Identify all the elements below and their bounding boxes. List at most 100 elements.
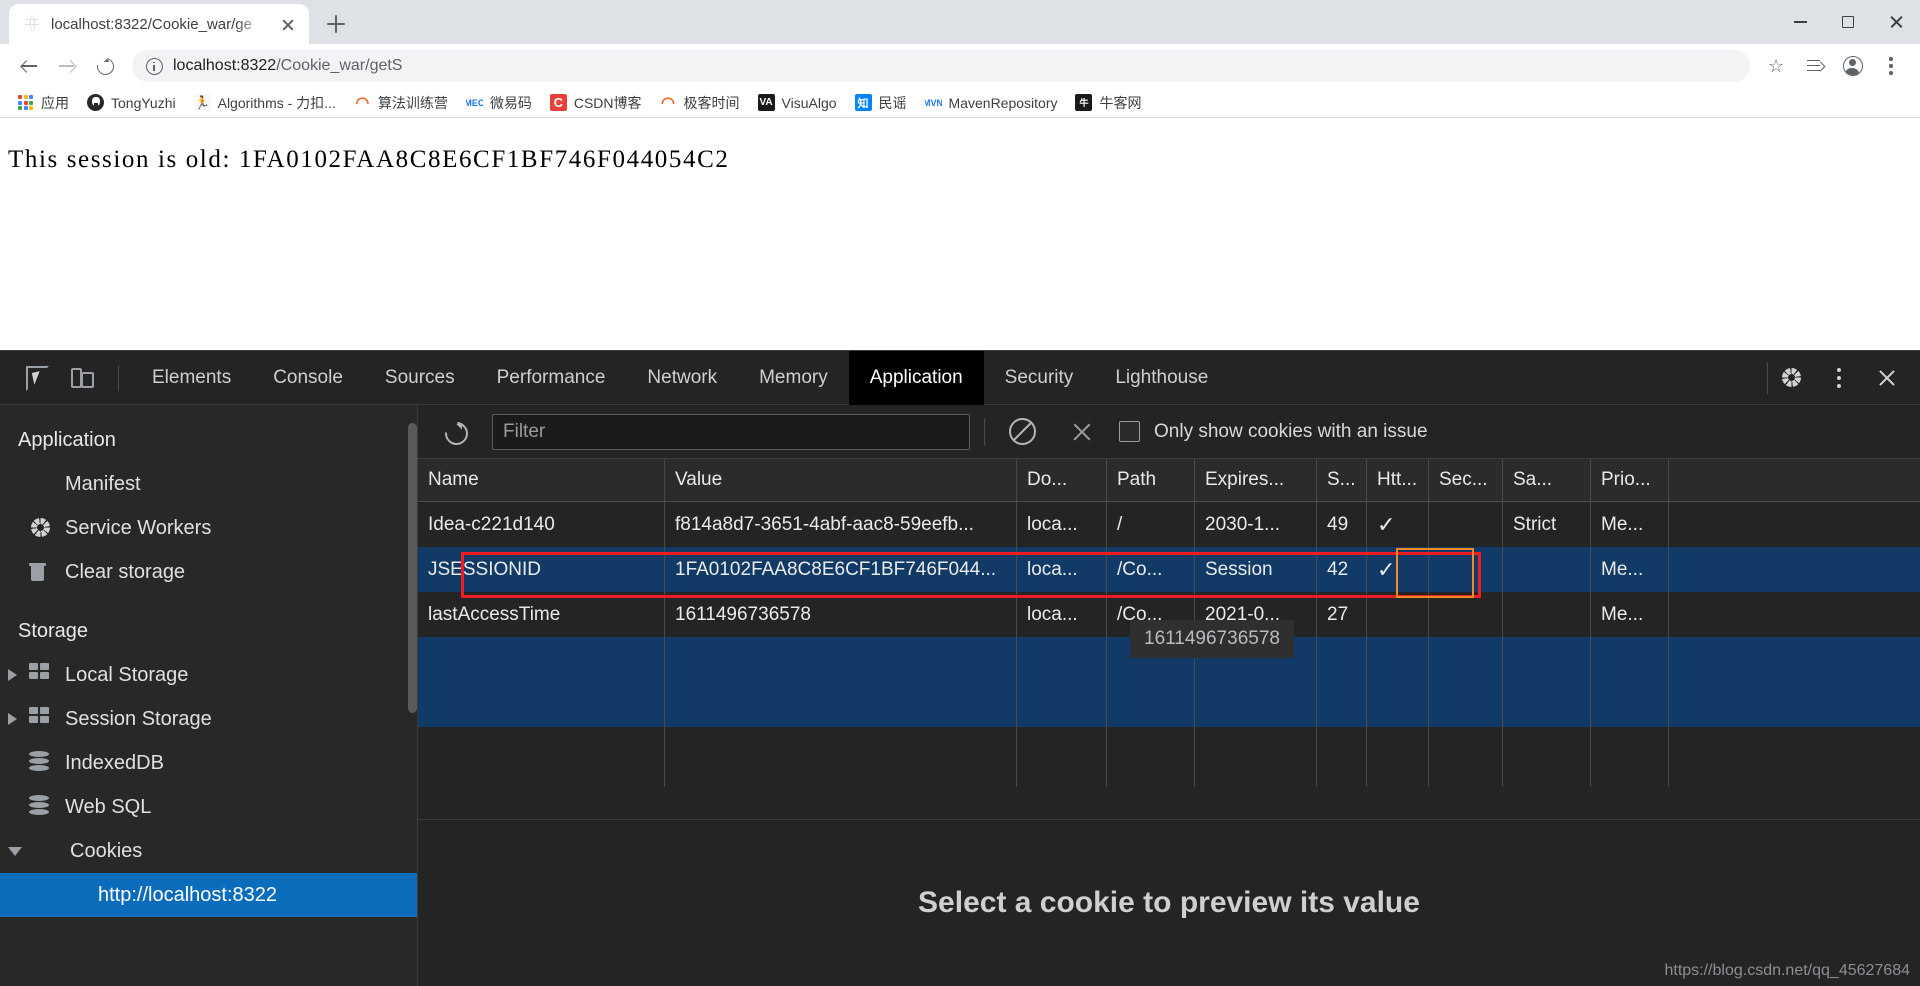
- bookmark-minyao[interactable]: 知 民谣: [846, 90, 916, 116]
- refresh-icon[interactable]: [432, 409, 478, 455]
- column-header-priority[interactable]: Prio...: [1591, 459, 1669, 501]
- column-header-httponly[interactable]: Htt...: [1367, 459, 1429, 501]
- device-toolbar-icon[interactable]: [60, 355, 106, 401]
- bookmark-apps[interactable]: 应用: [8, 90, 78, 116]
- info-circle-icon[interactable]: [146, 57, 163, 75]
- sidebar-item-manifest[interactable]: Manifest: [0, 462, 417, 506]
- reload-icon: [93, 54, 117, 78]
- chevron-down-icon[interactable]: [8, 846, 22, 856]
- back-button[interactable]: [12, 49, 46, 83]
- column-header-size[interactable]: S...: [1317, 459, 1367, 501]
- minimize-button[interactable]: [1776, 0, 1824, 44]
- cell-samesite: [1503, 547, 1591, 592]
- bookmark-geek[interactable]: ◠ 极客时间: [651, 90, 749, 116]
- profile-button[interactable]: [1836, 49, 1870, 83]
- clear-filtered-cookies-icon[interactable]: [1059, 409, 1105, 455]
- tab-security[interactable]: Security: [984, 351, 1095, 405]
- only-show-issues-label: Only show cookies with an issue: [1154, 420, 1428, 442]
- filter-input[interactable]: [492, 413, 970, 450]
- column-header-path[interactable]: Path: [1107, 459, 1195, 501]
- column-header-expires[interactable]: Expires...: [1195, 459, 1317, 501]
- sidebar-item-service-workers[interactable]: Service Workers: [0, 506, 417, 550]
- divider: [984, 417, 985, 446]
- gear-icon[interactable]: [1768, 355, 1814, 401]
- cell-priority: Me...: [1591, 547, 1669, 592]
- table-row-empty[interactable]: [418, 682, 1920, 727]
- column-header-domain[interactable]: Do...: [1017, 459, 1107, 501]
- star-icon: ☆: [1768, 56, 1785, 76]
- column-header-name[interactable]: Name: [418, 459, 665, 501]
- database-icon: [29, 751, 53, 775]
- bookmark-label: TongYuzhi: [111, 94, 176, 111]
- sidebar-item-local-storage[interactable]: Local Storage: [0, 653, 417, 697]
- browser-tab[interactable]: localhost:8322/Cookie_war/ge: [9, 4, 309, 44]
- tab-elements[interactable]: Elements: [131, 351, 252, 405]
- tab-sources[interactable]: Sources: [364, 351, 476, 405]
- bookmark-suanfa[interactable]: ◠ 算法训练营: [345, 90, 457, 116]
- table-row[interactable]: JSESSIONID 1FA0102FAA8C8E6CF1BF746F044..…: [418, 547, 1920, 592]
- cookies-panel: Only show cookies with an issue Name Val…: [418, 405, 1920, 986]
- close-window-button[interactable]: [1872, 0, 1920, 44]
- bookmark-visualgo[interactable]: VA VisuAlgo: [749, 91, 846, 114]
- sidebar-item-cookies[interactable]: Cookies: [0, 829, 417, 873]
- reading-list-button[interactable]: [1798, 49, 1832, 83]
- bookmark-maven[interactable]: MVN MavenRepository: [916, 91, 1067, 114]
- devtools-actions: [1767, 361, 1920, 394]
- only-show-issues-checkbox[interactable]: [1119, 421, 1140, 442]
- close-icon[interactable]: [277, 13, 299, 35]
- cell-expires: 2030-1...: [1195, 502, 1317, 547]
- bookmark-star-button[interactable]: ☆: [1760, 49, 1794, 83]
- sidebar-item-label: http://localhost:8322: [98, 883, 278, 906]
- inspect-element-icon[interactable]: [14, 355, 60, 401]
- table-header-row: Name Value Do... Path Expires... S... Ht…: [418, 459, 1920, 502]
- table-row[interactable]: Idea-c221d140 f814a8d7-3651-4abf-aac8-59…: [418, 502, 1920, 547]
- leetcode-icon: 🏃: [193, 94, 211, 111]
- more-vertical-icon[interactable]: [1816, 355, 1862, 401]
- bookmark-label: Algorithms - 力扣...: [217, 94, 336, 111]
- reading-list-icon: [1806, 59, 1824, 73]
- cell-expires: Session: [1195, 547, 1317, 592]
- bookmark-weiyima[interactable]: MEC 微易码: [457, 90, 541, 116]
- chevron-right-icon[interactable]: [8, 669, 17, 681]
- bookmark-algorithms[interactable]: 🏃 Algorithms - 力扣...: [185, 90, 345, 116]
- table-row-empty[interactable]: [418, 727, 1920, 787]
- reload-button[interactable]: [88, 49, 122, 83]
- bookmark-nowcoder[interactable]: 牛 牛客网: [1066, 90, 1150, 116]
- forward-button[interactable]: [50, 49, 84, 83]
- sidebar-item-clear-storage[interactable]: Clear storage: [0, 550, 417, 594]
- column-header-value[interactable]: Value: [665, 459, 1017, 501]
- devtools-tab-bar: Elements Console Sources Performance Net…: [0, 350, 1920, 405]
- column-header-secure[interactable]: Sec...: [1429, 459, 1503, 501]
- new-tab-button[interactable]: [319, 7, 353, 41]
- sidebar-section-application: Application: [18, 429, 116, 451]
- sidebar-item-cookies-localhost[interactable]: http://localhost:8322: [0, 873, 417, 917]
- orange-circle-icon: ◠: [355, 94, 370, 112]
- bookmark-csdn[interactable]: C CSDN博客: [541, 90, 651, 116]
- sidebar-item-session-storage[interactable]: Session Storage: [0, 697, 417, 741]
- chevron-right-icon[interactable]: [8, 713, 17, 725]
- column-header-samesite[interactable]: Sa...: [1503, 459, 1591, 501]
- address-bar[interactable]: localhost:8322/Cookie_war/getS: [132, 50, 1750, 82]
- document-icon: [29, 472, 53, 496]
- url-path: /Cookie_war/getS: [276, 57, 403, 74]
- sidebar-item-label: Session Storage: [65, 707, 212, 730]
- cell-secure: [1429, 592, 1503, 637]
- bookmark-label: 应用: [41, 94, 69, 111]
- sidebar-item-web-sql[interactable]: Web SQL: [0, 785, 417, 829]
- clear-all-cookies-icon[interactable]: [999, 409, 1045, 455]
- sidebar-scrollbar[interactable]: [408, 423, 417, 713]
- tab-memory[interactable]: Memory: [738, 351, 849, 405]
- tab-network[interactable]: Network: [626, 351, 738, 405]
- tab-application[interactable]: Application: [848, 350, 984, 405]
- tab-performance[interactable]: Performance: [476, 351, 627, 405]
- close-devtools-icon[interactable]: [1864, 355, 1910, 401]
- chrome-menu-button[interactable]: [1874, 49, 1908, 83]
- sidebar-item-indexeddb[interactable]: IndexedDB: [0, 741, 417, 785]
- maximize-button[interactable]: [1824, 0, 1872, 44]
- tab-console[interactable]: Console: [252, 351, 364, 405]
- cell-name: Idea-c221d140: [418, 502, 665, 547]
- bookmark-tongyuzhi[interactable]: TongYuzhi: [78, 91, 185, 114]
- tab-lighthouse[interactable]: Lighthouse: [1094, 351, 1229, 405]
- cell-value: f814a8d7-3651-4abf-aac8-59eefb...: [665, 502, 1017, 547]
- cell-samesite: Strict: [1503, 502, 1591, 547]
